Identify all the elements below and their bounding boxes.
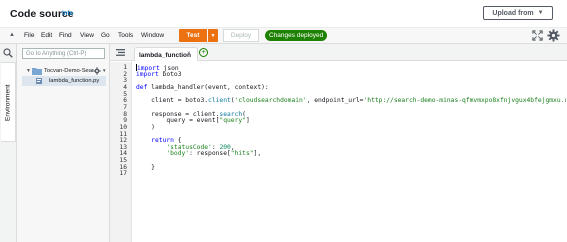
code-token: "query" [219,117,246,125]
menu-find[interactable]: Find [59,32,72,39]
tab-list-icon[interactable] [116,49,125,56]
menu-file[interactable]: File [24,32,34,39]
code-token: ) [136,123,155,131]
line-number-gutter: 1 2 3 4 5 6 7 8 9 10 11 12 13 14 15 16 17 [110,62,132,242]
code-token: ], [253,150,262,158]
add-tab-icon[interactable]: + [199,48,208,57]
code-editor[interactable]: 1 2 3 4 5 6 7 8 9 10 11 12 13 14 15 16 17 import json imp… [110,62,567,242]
tree-file-item[interactable]: lambda_function.py [22,76,106,86]
code-token: client [208,97,231,105]
caret-down-icon: ▼ [537,10,544,16]
ide-menubar: ▲ File Edit Find View Go Tools Window Te… [0,28,567,44]
search-icon[interactable] [3,48,13,58]
code-token: def [136,83,148,91]
code-token: ] [245,117,250,125]
code-token: 'body' [166,150,190,158]
code-token: 'cloudsearchdomain' [234,97,307,105]
code-line: 'body': response["hits"], [136,150,261,157]
code-source-header: Code source Info Upload from ▼ [0,0,567,28]
code-line: def lambda_handler(event, context): [136,84,269,91]
python-file-icon [36,78,42,84]
line-number: 17 [119,170,127,178]
code-token: boto3 [158,70,182,78]
file-label: lambda_function.py [49,78,100,84]
code-token: import [136,70,159,78]
gear-icon[interactable] [547,29,560,42]
code-token: client = boto3. [136,97,209,105]
fullscreen-icon[interactable] [532,30,543,41]
settings-caret-icon[interactable]: ▼ [102,68,106,73]
chevron-down-icon[interactable]: ▼ [26,68,31,74]
code-token: , endpoint_url= [306,97,364,105]
folder-settings-icon[interactable] [93,67,101,75]
environment-panel: Go to Anything (Ctrl-P) ▼ Tocvan-Demo-Se… [17,44,110,242]
code-line: client = boto3.client('cloudsearchdomain… [136,97,566,104]
status-badge: Changes deployed [265,30,328,41]
upload-from-label: Upload from [492,9,534,17]
menu-edit[interactable]: Edit [41,32,52,39]
code-line: ) [136,124,155,131]
code-area[interactable]: import json import boto3 def lambda_handle… [136,62,566,242]
upload-from-button[interactable]: Upload from ▼ [483,6,553,20]
test-button[interactable]: Test [179,29,207,42]
left-rail: Environment [0,44,17,242]
menu-window[interactable]: Window [141,32,164,39]
code-token: : response[ [189,150,231,158]
deploy-button[interactable]: Deploy [223,29,259,42]
goto-anything-input[interactable]: Go to Anything (Ctrl-P) [22,48,105,59]
menu-tools[interactable]: Tools [118,32,133,39]
environment-tab-label: Environment [4,84,12,122]
close-icon[interactable]: × [187,51,191,57]
menu-go[interactable]: Go [101,32,110,39]
info-link[interactable]: Info [62,11,73,17]
menu-view[interactable]: View [80,32,94,39]
root-folder-label: Tocvan-Demo-Sear [44,68,94,74]
code-token: lambda_handler(event, context): [147,83,269,91]
code-token: "hits" [230,150,254,158]
tab-lambda-function[interactable]: lambda_function × [134,47,198,61]
code-token: } [136,163,155,171]
code-line: import boto3 [136,71,182,78]
code-token: 'http://search-demo-minas-qfmvmxpo8xfnjv… [363,97,566,105]
test-dropdown-icon[interactable]: ▼ [208,29,218,42]
editor-tabbar: lambda_function × + [110,44,567,61]
tab-label: lambda_function [139,52,192,59]
collapse-up-icon[interactable]: ▲ [9,32,15,38]
folder-icon [32,68,42,75]
code-line: } [136,164,155,171]
